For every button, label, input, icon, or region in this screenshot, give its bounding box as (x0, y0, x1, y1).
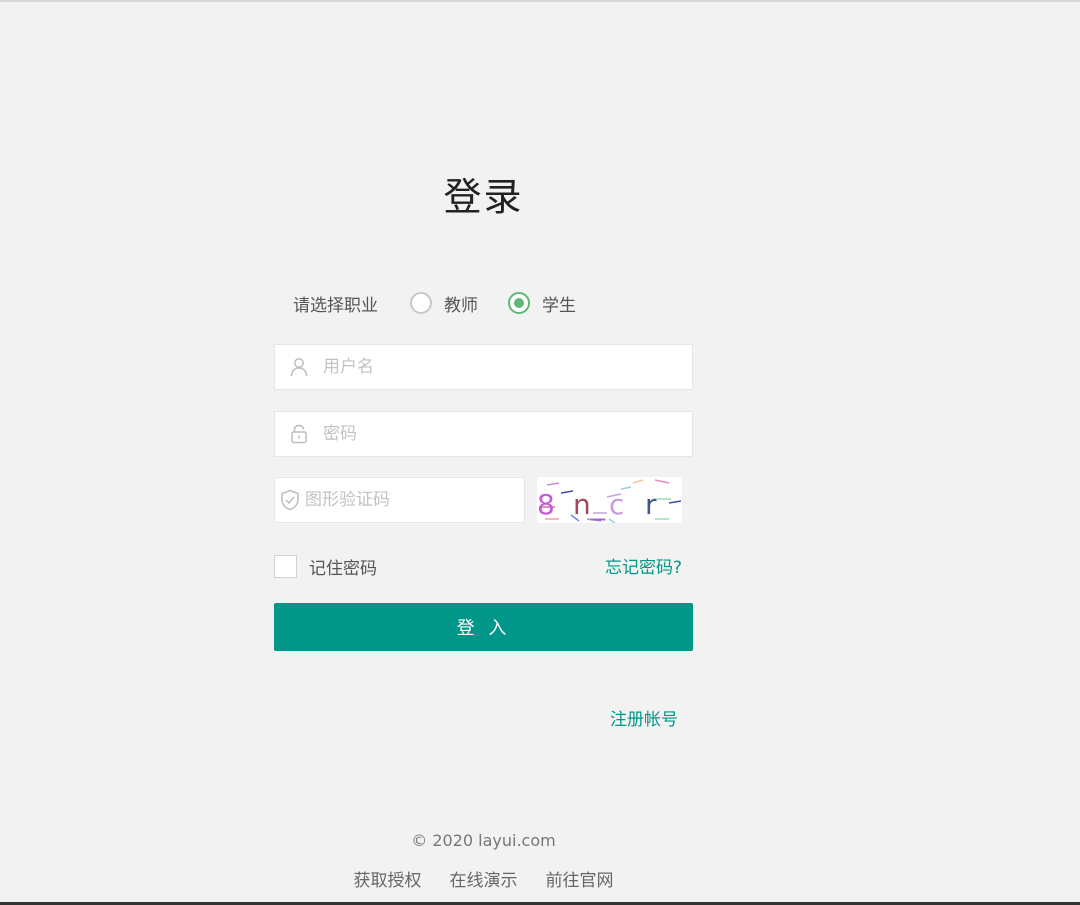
role-selector: 请选择职业 教师 学生 (293, 288, 606, 318)
role-student-label: 学生 (542, 295, 576, 316)
remember-label: 记住密码 (309, 559, 377, 579)
captcha-char: c (609, 488, 624, 521)
captcha-field-wrapper (274, 477, 525, 523)
login-button[interactable]: 登 入 (274, 603, 693, 651)
radio-unchecked-icon (410, 292, 432, 314)
password-input[interactable] (323, 412, 692, 456)
password-field-wrapper (274, 411, 693, 457)
role-label: 请选择职业 (293, 295, 378, 316)
user-icon (275, 357, 323, 377)
username-input[interactable] (323, 345, 692, 389)
forgot-password-link[interactable]: 忘记密码? (605, 553, 682, 578)
captcha-char: 8 (537, 488, 555, 521)
footer-link-license[interactable]: 获取授权 (354, 866, 422, 891)
captcha-image[interactable]: 8 n _ c r (537, 477, 682, 524)
footer-links: 获取授权 在线演示 前往官网 (274, 866, 693, 891)
shield-check-icon (275, 489, 305, 511)
username-field-wrapper (274, 344, 693, 390)
lock-icon (275, 424, 323, 444)
captcha-char: _ (590, 488, 606, 521)
top-border (0, 0, 1080, 2)
remember-checkbox[interactable]: 记住密码 (274, 554, 377, 579)
captcha-char: r (645, 488, 657, 521)
role-student-radio[interactable]: 学生 (508, 291, 576, 316)
radio-checked-icon (508, 292, 530, 314)
captcha-char: n (573, 488, 591, 521)
page-title: 登录 (443, 175, 524, 219)
copyright: © 2020 layui.com (411, 831, 556, 850)
register-link[interactable]: 注册帐号 (610, 705, 678, 730)
footer-link-website[interactable]: 前往官网 (546, 866, 614, 891)
captcha-input[interactable] (305, 478, 524, 522)
role-teacher-radio[interactable]: 教师 (410, 291, 478, 316)
footer-link-demo[interactable]: 在线演示 (450, 866, 518, 891)
role-teacher-label: 教师 (444, 295, 478, 316)
checkbox-icon (274, 555, 297, 578)
